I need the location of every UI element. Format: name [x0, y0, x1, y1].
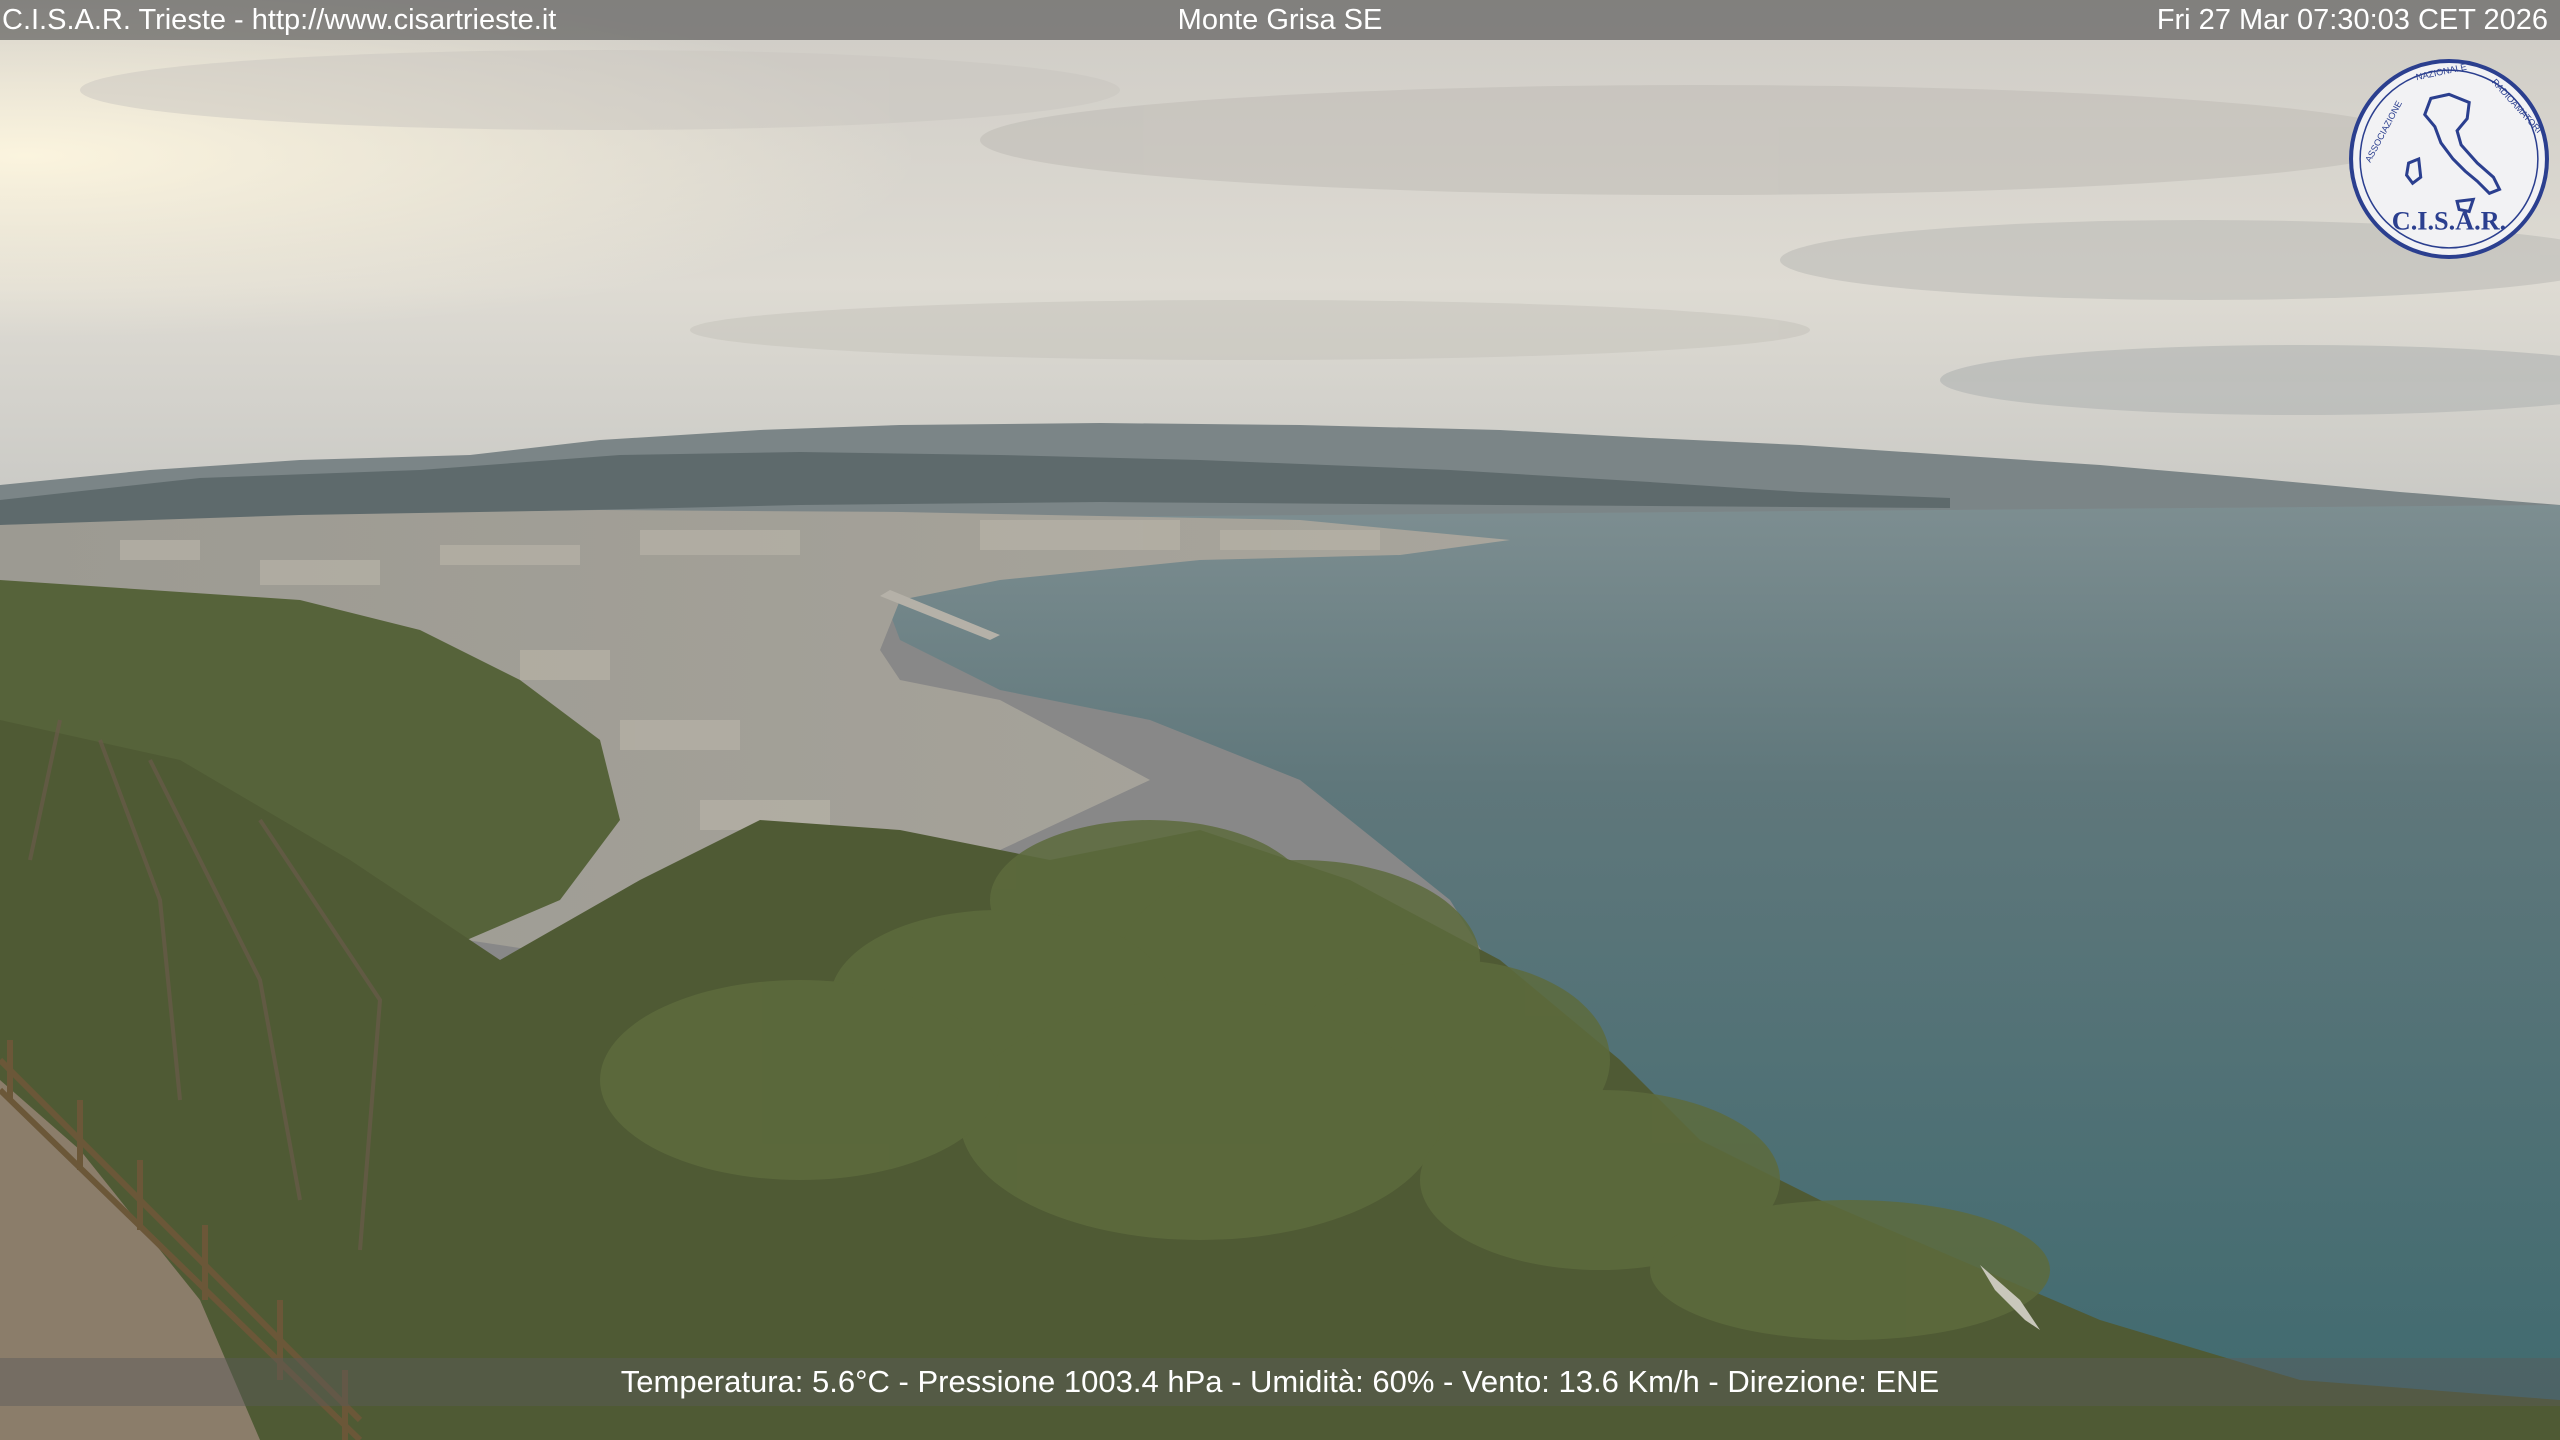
webcam-frame: C.I.S.A.R. Trieste - http://www.cisartri… [0, 0, 2560, 1440]
caption-bar-top: C.I.S.A.R. Trieste - http://www.cisartri… [0, 0, 2560, 40]
cisar-logo: C.I.S.A.R. ASSOCIAZIONE NAZIONALE RADIOA… [2349, 59, 2549, 259]
timestamp: Fri 27 Mar 07:30:03 CET 2026 [2156, 4, 2548, 36]
weather-caption-bar: Temperatura: 5.6°C - Pressione 1003.4 hP… [0, 1358, 2560, 1406]
webcam-scene [0, 0, 2560, 1440]
logo-name: C.I.S.A.R. [2392, 207, 2507, 236]
